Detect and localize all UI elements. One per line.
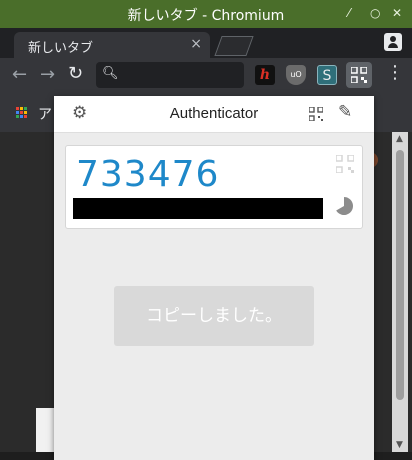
scan-qr-icon[interactable] <box>309 107 323 121</box>
profile-icon[interactable] <box>384 33 402 51</box>
copied-notification: コピーしました。 <box>114 286 314 346</box>
tab-label: 新しいタブ <box>28 41 94 56</box>
ublock-icon[interactable]: uO <box>286 65 306 85</box>
entry-qr-icon[interactable] <box>336 155 354 173</box>
extension-h-icon[interactable]: h <box>255 65 275 85</box>
popup-title: Authenticator <box>169 105 259 122</box>
minimize-icon[interactable]: ⁄ <box>348 6 350 20</box>
window-title: 新しいタブ - Chromium <box>127 8 285 24</box>
scrollbar-thumb[interactable] <box>396 150 404 400</box>
tab-new-tab[interactable]: 新しいタブ × <box>14 32 210 60</box>
back-icon[interactable]: ← <box>12 64 27 85</box>
maximize-icon[interactable]: ○ <box>370 6 380 20</box>
reload-icon[interactable]: ↻ <box>68 63 83 84</box>
authenticator-extension-icon[interactable] <box>346 62 372 88</box>
authenticator-popup: ⚙ Authenticator ✎ 733476 コピーしました。 <box>54 96 374 460</box>
forward-icon[interactable]: → <box>40 64 55 85</box>
tab-close-icon[interactable]: × <box>190 36 202 52</box>
scroll-down-icon[interactable]: ▼ <box>396 440 403 450</box>
bookmark-item[interactable]: ア <box>38 104 52 124</box>
countdown-timer-icon <box>336 197 353 215</box>
scrollbar[interactable]: ▲ ▼ <box>392 132 408 452</box>
account-name-redacted <box>73 198 323 219</box>
search-icon: 🔍︎ <box>102 66 119 81</box>
edit-pencil-icon[interactable]: ✎ <box>338 102 352 122</box>
address-bar[interactable]: 🔍︎ <box>96 62 244 88</box>
window-titlebar[interactable]: 新しいタブ - Chromium ⁄ ○ ✕ <box>0 0 412 29</box>
extension-s-icon[interactable]: S <box>317 65 337 85</box>
scroll-up-icon[interactable]: ▲ <box>396 134 403 144</box>
apps-icon[interactable] <box>16 107 28 119</box>
close-window-icon[interactable]: ✕ <box>392 6 402 20</box>
otp-code[interactable]: 733476 <box>76 154 219 195</box>
browser-menu-icon[interactable]: ⋮ <box>386 64 404 82</box>
otp-entry-card[interactable]: 733476 <box>65 145 363 229</box>
popup-header: ⚙ Authenticator ✎ <box>54 96 374 133</box>
